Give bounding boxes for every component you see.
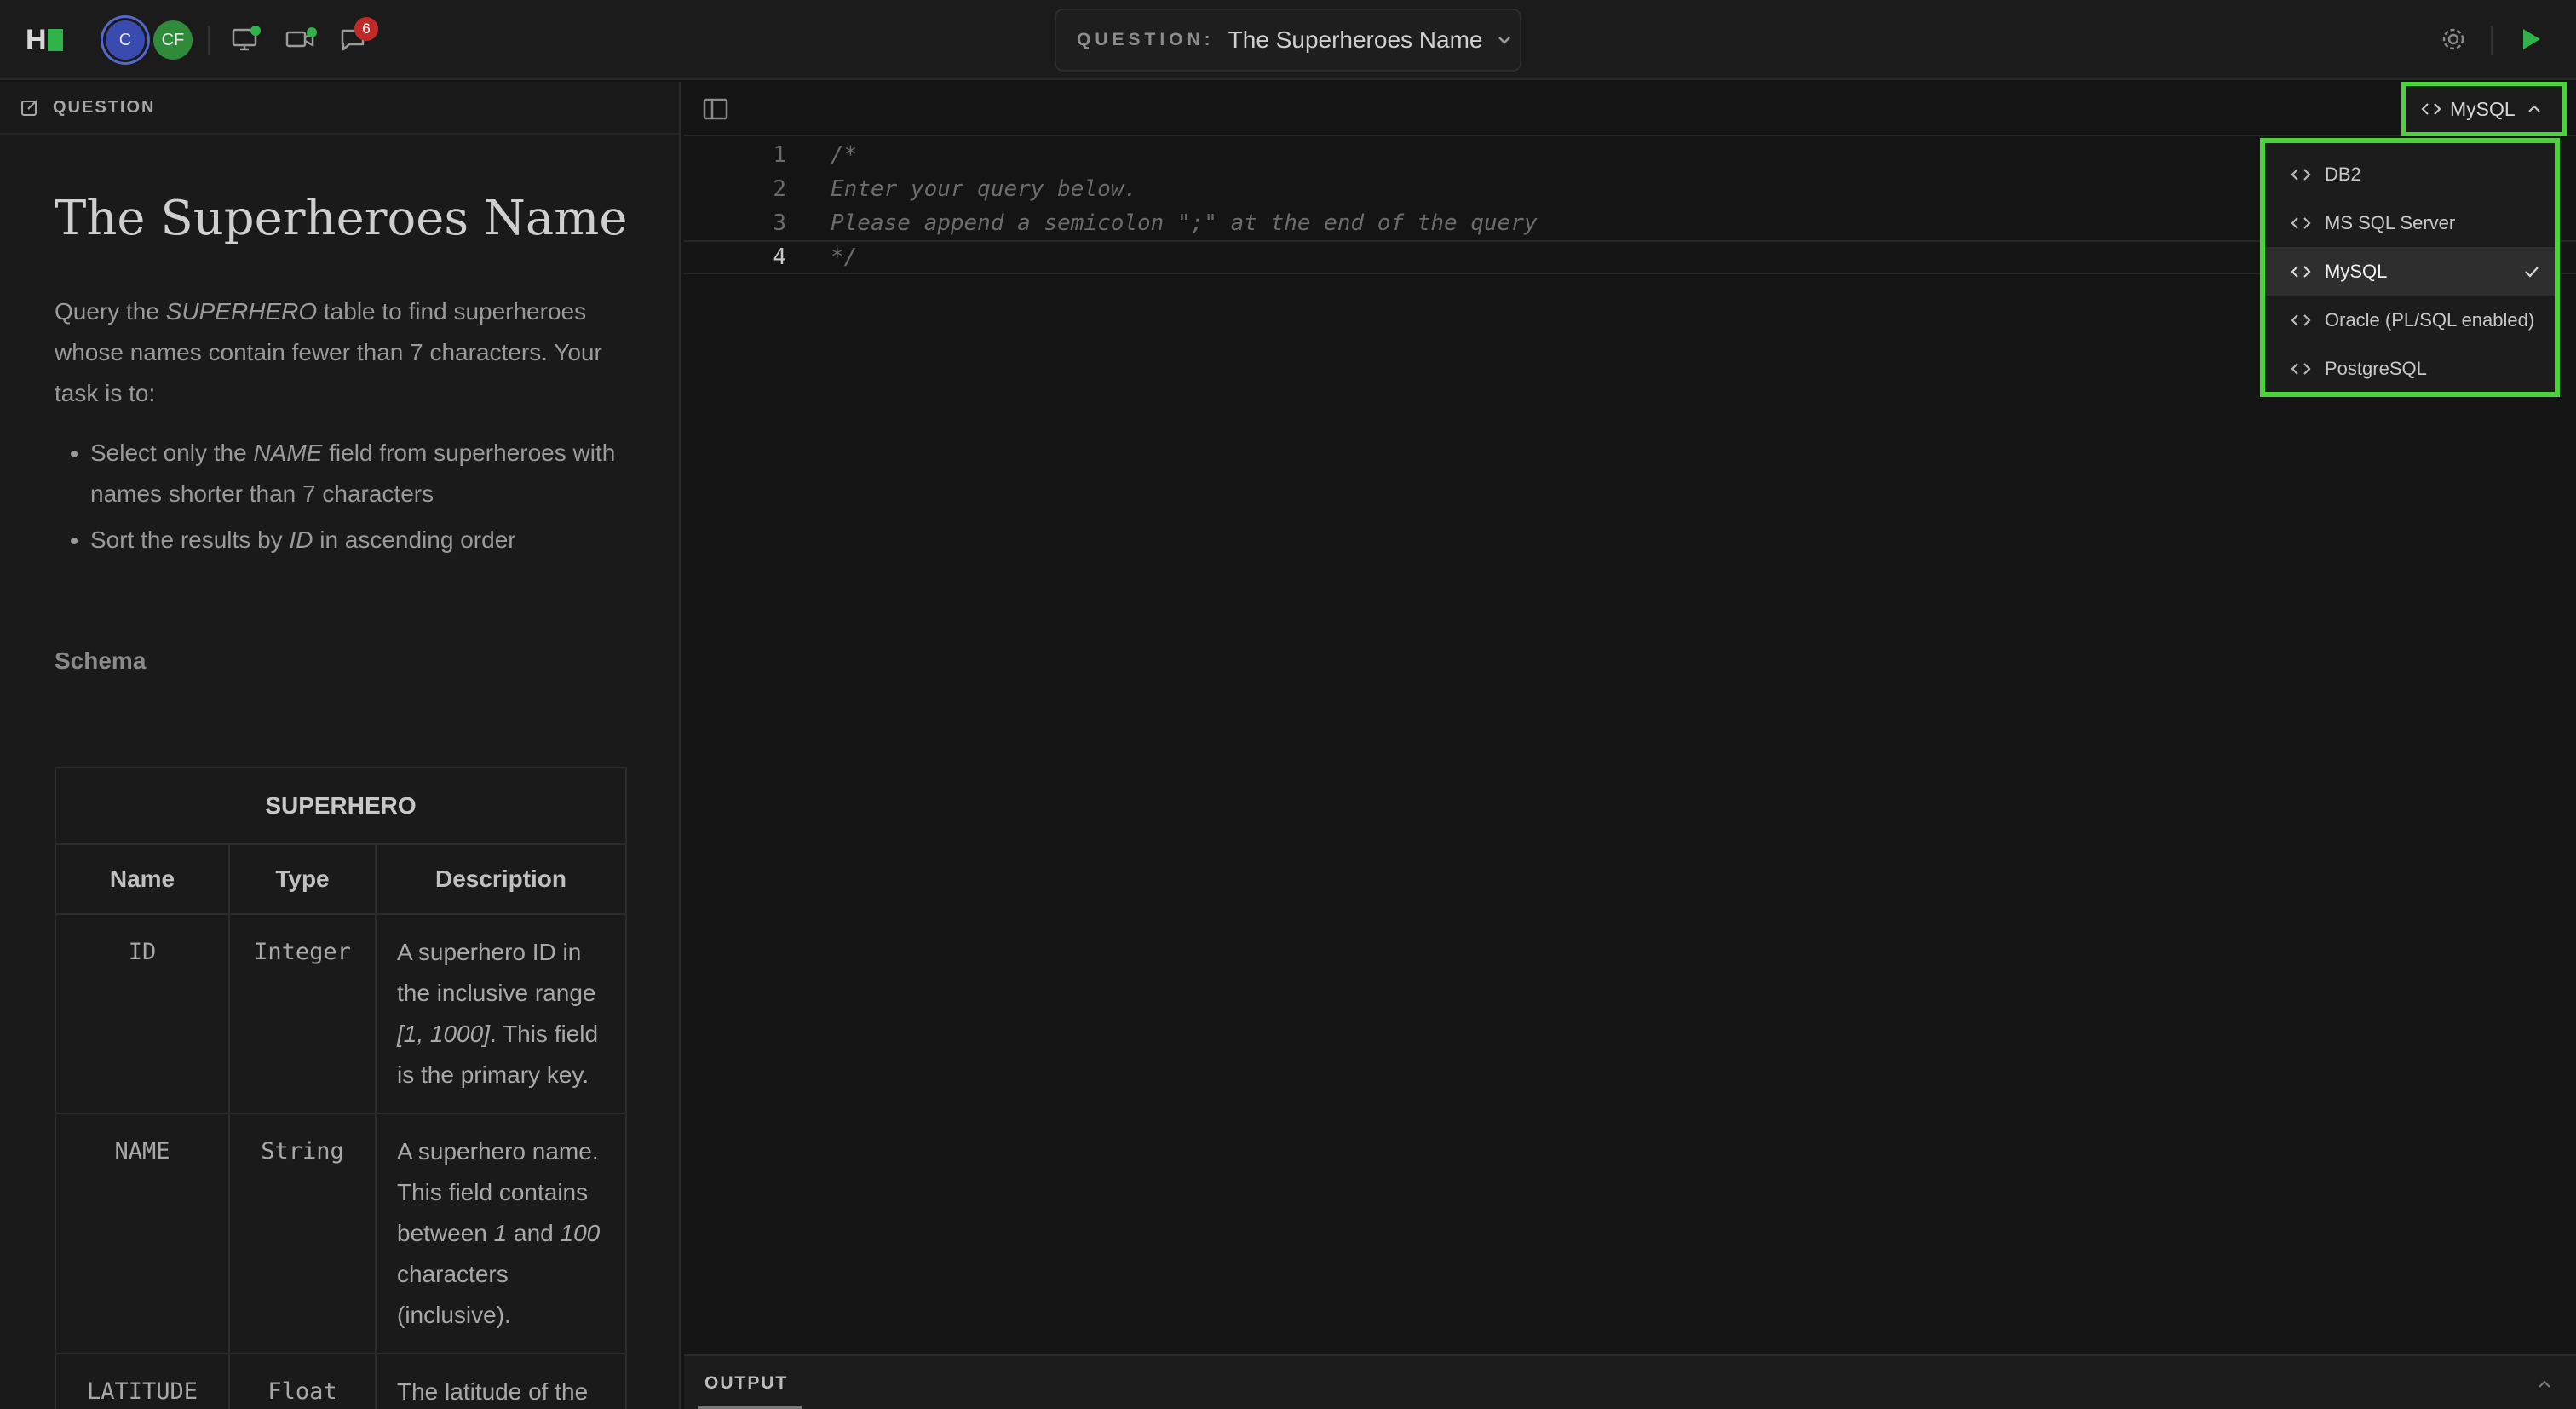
chevron-down-icon (1495, 31, 1514, 49)
line-number: 4 (773, 244, 786, 270)
column-header: Name (55, 843, 230, 915)
divider (208, 26, 210, 55)
question-title: The Superheroes Name (1228, 26, 1483, 53)
task-list: Select only the NAME field from superher… (90, 433, 642, 561)
list-item: Select only the NAME field from superher… (90, 433, 642, 515)
code-text: Please append a semicolon ";" at the end… (831, 210, 1538, 236)
play-icon (2523, 29, 2540, 49)
code-icon (2291, 265, 2311, 278)
language-selector-button[interactable]: MySQL (2401, 82, 2567, 136)
top-bar: H C CF 6 QUESTION: The Superheroes Name (0, 0, 2576, 80)
line-number: 3 (773, 210, 786, 236)
app-logo[interactable]: H (26, 26, 63, 55)
output-panel: OUTPUT (684, 1354, 2576, 1409)
column-header: Description (375, 843, 627, 915)
avatar[interactable]: C (106, 20, 145, 60)
table-row: ID Integer A superhero ID in the inclusi… (55, 913, 627, 1114)
video-camera-icon[interactable] (285, 24, 317, 55)
question-panel-header: QUESTION (0, 82, 679, 135)
selected-language: MySQL (2450, 97, 2516, 120)
divider (2491, 26, 2493, 55)
screen-share-icon[interactable] (230, 24, 261, 55)
table-row: NAME String A superhero name. This field… (55, 1113, 627, 1354)
language-option-mssql[interactable]: MS SQL Server (2265, 198, 2555, 247)
editor-toolbar: MySQL (684, 82, 2576, 136)
language-option-mysql[interactable]: MySQL (2265, 247, 2555, 296)
code-text: */ (831, 244, 858, 270)
page-title: The Superheroes Name (55, 191, 628, 246)
language-dropdown: DB2 MS SQL Server MySQL Oracle (PL/SQL e… (2260, 138, 2560, 397)
schema-heading: Schema (55, 647, 147, 674)
check-icon (2522, 262, 2541, 281)
question-label: QUESTION: (1077, 30, 1215, 49)
code-icon (2291, 362, 2311, 375)
schema-table-name: SUPERHERO (55, 767, 627, 845)
language-option-db2[interactable]: DB2 (2265, 150, 2555, 198)
list-item: Sort the results by ID in ascending orde… (90, 520, 642, 561)
code-icon (2291, 313, 2311, 326)
edit-icon (21, 100, 37, 116)
logo-letter: H (26, 24, 47, 56)
notification-badge: 6 (354, 17, 378, 41)
avatar[interactable]: CF (153, 20, 193, 60)
column-header: Type (228, 843, 377, 915)
tab-output[interactable]: OUTPUT (704, 1373, 788, 1394)
sidebar-toggle-icon[interactable] (701, 95, 730, 123)
question-description: Query the SUPERHERO table to find superh… (55, 291, 642, 566)
line-number: 1 (773, 142, 786, 168)
line-number: 2 (773, 176, 786, 202)
chevron-up-icon (2527, 105, 2540, 112)
gear-icon[interactable] (2438, 24, 2469, 55)
code-icon (2291, 216, 2311, 229)
code-text: Enter your query below. (831, 176, 1138, 202)
code-icon (2421, 103, 2441, 115)
chevron-up-icon[interactable] (2535, 1375, 2554, 1394)
language-option-postgresql[interactable]: PostgreSQL (2265, 344, 2555, 393)
language-option-oracle[interactable]: Oracle (PL/SQL enabled) (2265, 296, 2555, 344)
schema-table: SUPERHERO Name Type Description ID Integ… (55, 767, 627, 1409)
run-button[interactable] (2515, 24, 2545, 55)
section-label: QUESTION (53, 97, 156, 117)
code-icon (2291, 168, 2311, 181)
table-row: LATITUDE Float The latitude of the (55, 1353, 627, 1409)
question-panel: QUESTION The Superheroes Name Query the … (0, 82, 681, 1409)
question-selector[interactable]: QUESTION: The Superheroes Name (1055, 9, 1521, 72)
code-text: /* (831, 142, 858, 168)
